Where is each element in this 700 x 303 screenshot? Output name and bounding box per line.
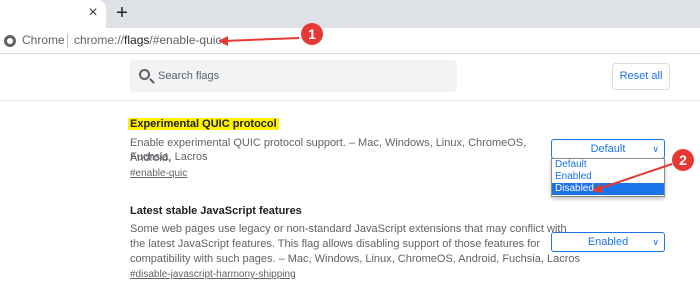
annotation-arrows	[218, 36, 673, 193]
annotation-badge-1: 1	[301, 23, 323, 45]
annotation-arrowhead-1	[218, 36, 228, 46]
annotation-badge-2: 2	[672, 149, 694, 171]
annotation-arrow-2	[597, 163, 673, 190]
annotation-arrowhead-2	[592, 184, 603, 193]
flags-window: × + Chrome chrome://flags/#enable-quic R…	[0, 0, 700, 303]
annotation-arrow-1	[223, 37, 300, 42]
